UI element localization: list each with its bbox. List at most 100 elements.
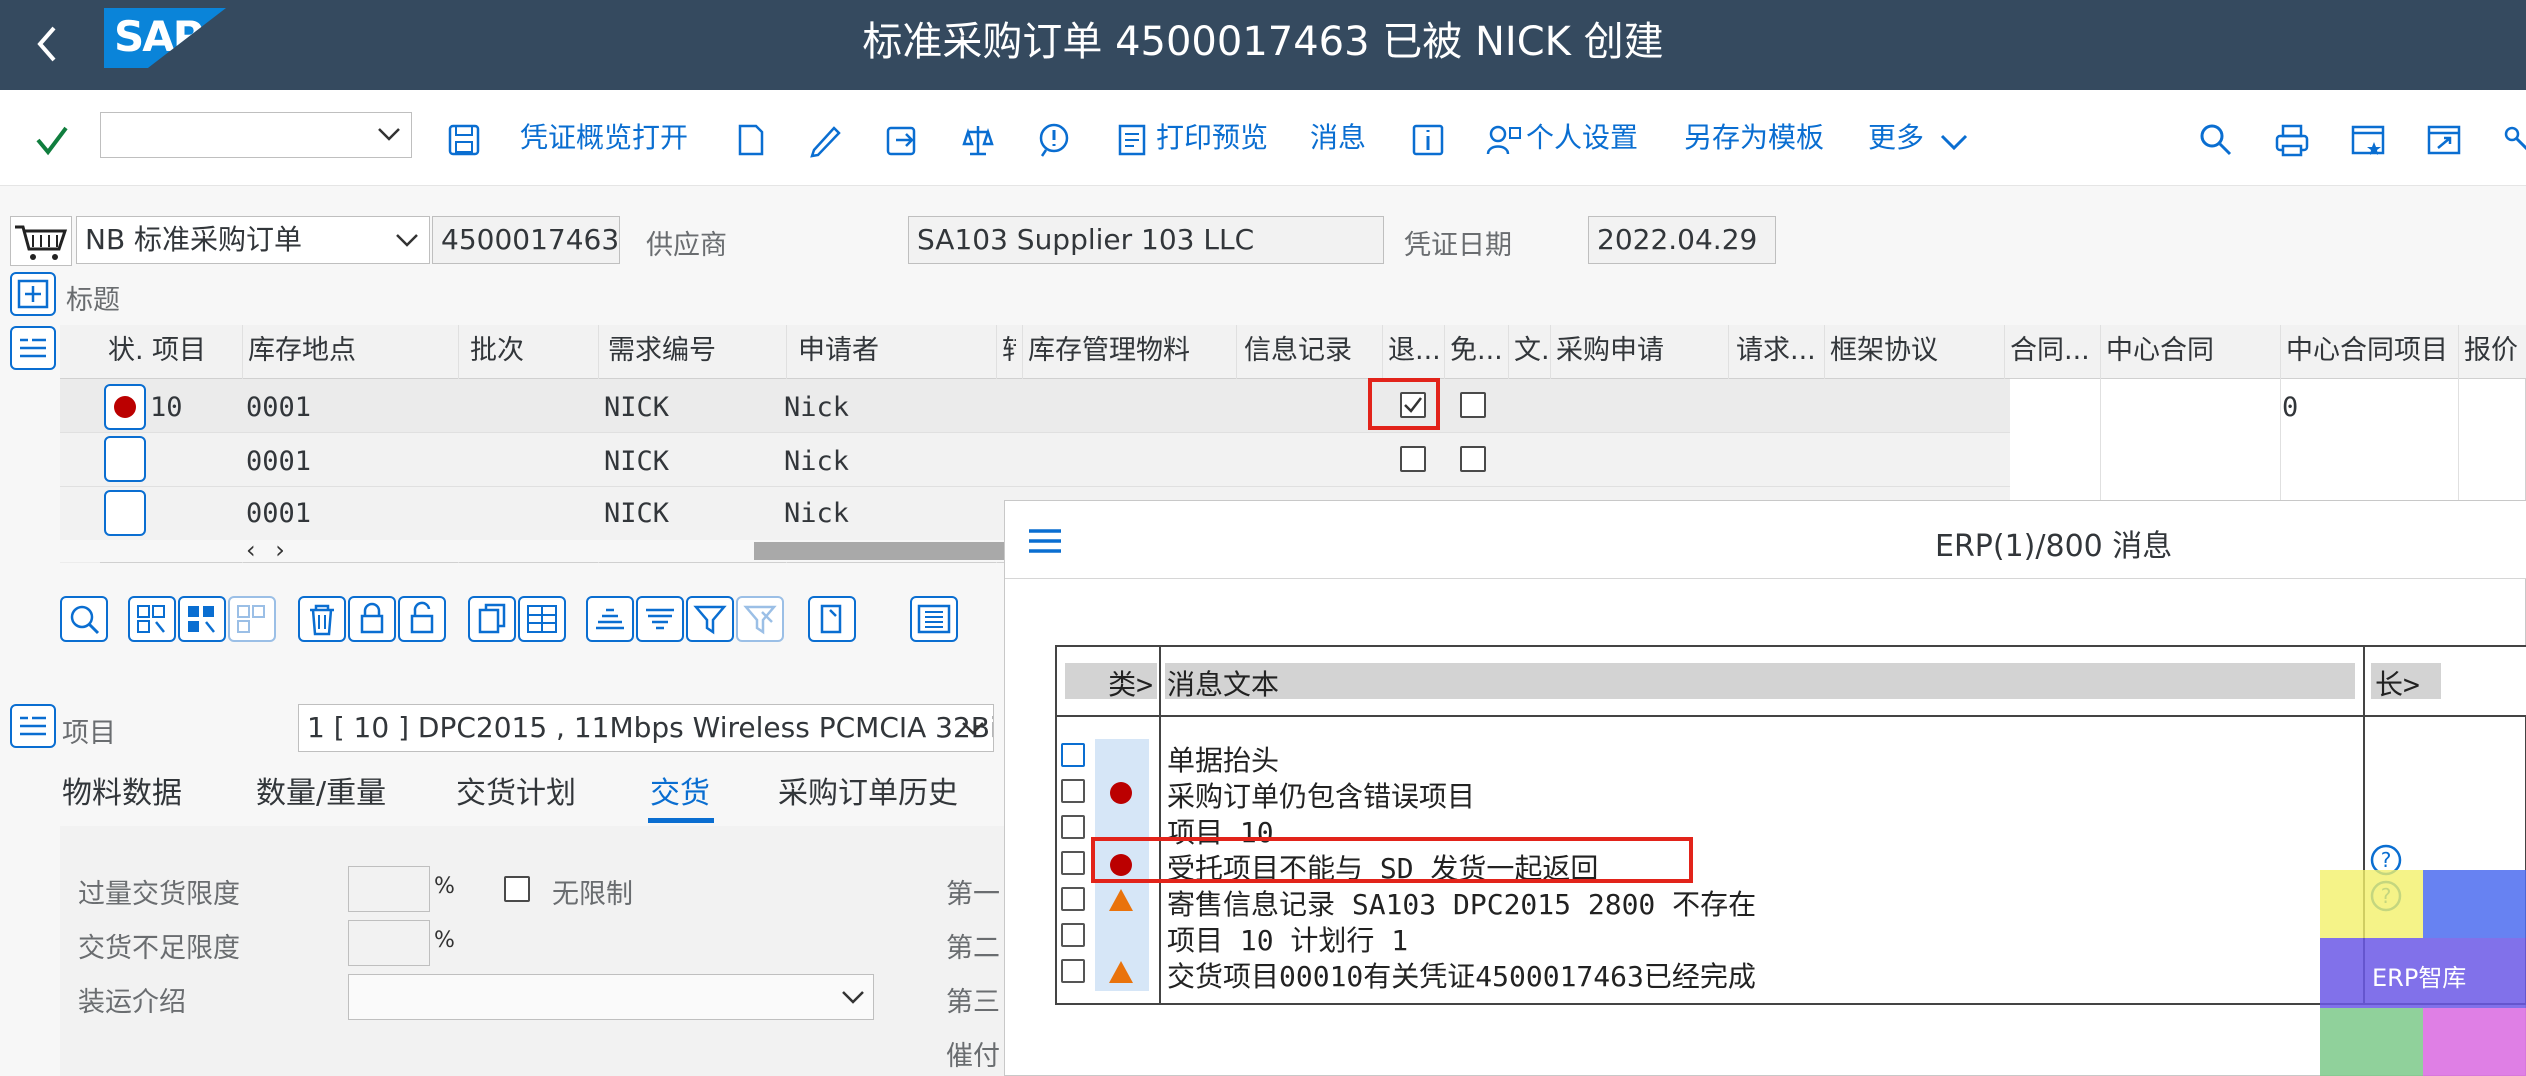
table-row[interactable] (60, 379, 2010, 433)
personal-settings-button[interactable]: 个人设置 (1526, 116, 1638, 160)
message-text: 寄售信息记录 SA103 DPC2015 2800 不存在 (1167, 888, 1757, 921)
message-checkbox[interactable] (1061, 815, 1085, 839)
free-checkbox[interactable] (1460, 392, 1486, 418)
sort-descending-button[interactable] (636, 596, 684, 642)
balance-icon[interactable] (958, 120, 998, 160)
save-as-template-button[interactable]: 另存为模板 (1684, 116, 1824, 160)
unlimited-label: 无限制 (552, 879, 633, 910)
filter-icon (693, 605, 727, 635)
shipping-instructions-select[interactable] (348, 974, 874, 1020)
personal-settings-icon[interactable] (1484, 120, 1524, 160)
chevron-down-icon (378, 128, 400, 141)
requester[interactable]: Nick (784, 498, 849, 529)
lock-button[interactable] (348, 596, 396, 642)
storage-location[interactable]: 0001 (246, 446, 311, 477)
customize-icon[interactable] (2498, 120, 2526, 160)
message-checkbox[interactable] (1061, 851, 1085, 875)
item-number[interactable]: 10 (150, 392, 183, 423)
layout-settings-button[interactable] (910, 596, 958, 642)
tab-delivery[interactable]: 交货 (650, 768, 710, 812)
expand-header-button[interactable] (10, 272, 56, 316)
message-checkbox[interactable] (1061, 743, 1085, 767)
status-button[interactable] (104, 384, 146, 430)
sort-ascending-button[interactable] (586, 596, 634, 642)
central-contract-item[interactable]: 0 (2282, 392, 2298, 423)
unlimited-checkbox[interactable] (504, 876, 530, 902)
message-checkbox[interactable] (1061, 779, 1085, 803)
expand-icon (17, 279, 49, 309)
deselect-all-button[interactable] (228, 596, 276, 642)
new-window-icon[interactable] (2424, 120, 2464, 160)
print-icon[interactable] (2272, 120, 2312, 160)
window-favorite-icon[interactable] (2348, 120, 2388, 160)
additional-planning-button[interactable] (808, 596, 856, 642)
message-checkbox[interactable] (1061, 923, 1085, 947)
under-delivery-field[interactable] (348, 920, 430, 966)
return-checkbox[interactable] (1400, 446, 1426, 472)
info-icon[interactable] (1408, 120, 1448, 160)
status-button[interactable] (104, 490, 146, 536)
chevron-down-icon (842, 991, 864, 1004)
check-icon[interactable] (32, 120, 72, 160)
other-document-icon[interactable] (882, 120, 922, 160)
requirement-no[interactable]: NICK (604, 446, 669, 477)
chevron-down-icon (396, 234, 418, 247)
shopping-cart-icon[interactable] (10, 216, 72, 266)
storage-location[interactable]: 0001 (246, 392, 311, 423)
requirement-no[interactable]: NICK (604, 392, 669, 423)
tab-delivery-schedule[interactable]: 交货计划 (456, 768, 576, 812)
document-date-field[interactable]: 2022.04.29 (1588, 216, 1776, 264)
tab-quantity-weight[interactable]: 数量/重量 (256, 768, 386, 812)
insert-row-button[interactable] (518, 596, 566, 642)
alert-message-icon[interactable] (1034, 120, 1074, 160)
select-all-button[interactable] (128, 596, 176, 642)
col-type-header[interactable]: 类> (1065, 663, 1157, 701)
vendor-field[interactable]: SA103 Supplier 103 LLC (908, 216, 1384, 264)
item-details-button[interactable] (60, 596, 108, 642)
unlock-button[interactable] (398, 596, 446, 642)
status-button[interactable] (104, 436, 146, 482)
command-field[interactable] (100, 112, 412, 158)
new-document-icon[interactable] (730, 120, 770, 160)
message-checkbox[interactable] (1061, 887, 1085, 911)
over-delivery-field[interactable] (348, 866, 430, 912)
document-type-select[interactable]: NB 标准采购订单 (76, 216, 430, 264)
message-text: 单据抬头 (1167, 744, 1280, 777)
select-block-button[interactable] (178, 596, 226, 642)
filter-button[interactable] (686, 596, 734, 642)
print-preview-icon[interactable] (1112, 120, 1152, 160)
messages-button[interactable]: 消息 (1310, 116, 1366, 160)
search-icon[interactable] (2196, 120, 2236, 160)
menu-icon[interactable] (1027, 523, 1063, 559)
percent-label: % (434, 928, 455, 953)
save-icon[interactable] (444, 120, 484, 160)
message-text: 项目 10 计划行 1 (1167, 924, 1409, 957)
item-selector[interactable]: 1 [ 10 ] DPC2015 , 11Mbps Wireless PCMCI… (298, 704, 994, 752)
col-long-header[interactable]: 长> (2371, 663, 2441, 701)
message-text: 交货项目00010有关凭证4500017463已经完成 (1167, 960, 1756, 993)
tab-material-data[interactable]: 物料数据 (62, 768, 182, 812)
table-settings-icon (917, 604, 951, 634)
free-checkbox[interactable] (1460, 446, 1486, 472)
col-text-header[interactable]: 消息文本 (1165, 663, 2355, 701)
chevron-down-icon[interactable] (1934, 122, 1974, 162)
requester[interactable]: Nick (784, 446, 849, 477)
delete-filter-button[interactable] (736, 596, 784, 642)
select-all-icon (137, 605, 165, 633)
open-overview-button[interactable]: 凭证概览打开 (520, 116, 688, 160)
print-preview-button[interactable]: 打印预览 (1156, 116, 1268, 160)
highlight-error-message (1091, 837, 1693, 883)
message-checkbox[interactable] (1061, 959, 1085, 983)
scroll-arrows[interactable]: ‹ › (246, 536, 291, 564)
storage-location[interactable]: 0001 (246, 498, 311, 529)
edit-icon[interactable] (806, 120, 846, 160)
more-button[interactable]: 更多 (1868, 116, 1924, 160)
copy-button[interactable] (468, 596, 516, 642)
sort-ascending-icon (596, 608, 624, 630)
tab-po-history[interactable]: 采购订单历史 (778, 768, 958, 812)
requester[interactable]: Nick (784, 392, 849, 423)
requirement-no[interactable]: NICK (604, 498, 669, 529)
delete-button[interactable] (298, 596, 346, 642)
table-row[interactable] (60, 433, 2010, 487)
collapse-item-detail-button[interactable] (10, 704, 56, 748)
